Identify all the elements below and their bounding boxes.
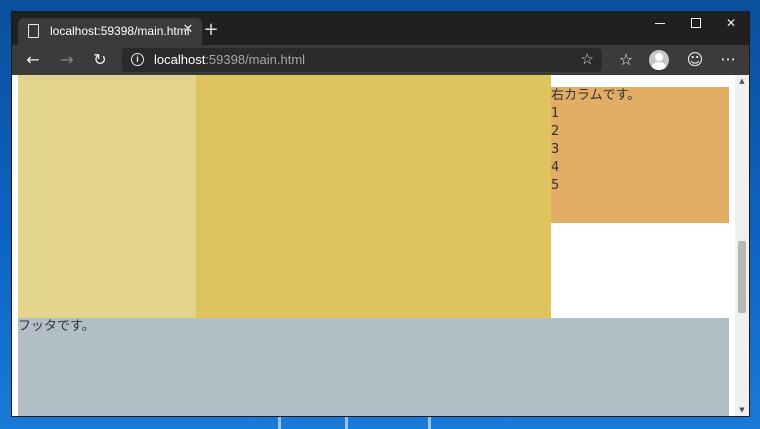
title-bar: localhost:59398/main.html ✕ + ✕ [12, 12, 749, 45]
tab-title: localhost:59398/main.html [50, 24, 190, 38]
forward-button[interactable]: → [54, 48, 80, 72]
main-column [196, 75, 551, 318]
refresh-button[interactable]: ↻ [87, 48, 113, 72]
minimize-icon [655, 23, 665, 24]
minimize-button[interactable] [642, 12, 678, 36]
favorites-icon[interactable]: ☆ [613, 48, 639, 72]
url-text[interactable]: localhost:59398/main.html [154, 52, 305, 67]
right-column-text: 右カラムです。 [551, 88, 641, 103]
scrollbar-thumb[interactable] [738, 241, 746, 313]
list-item: 2 [551, 124, 560, 139]
list-item: 4 [551, 160, 560, 175]
new-tab-button[interactable]: + [202, 21, 220, 39]
url-host: localhost [154, 52, 206, 67]
left-column [18, 75, 196, 318]
maximize-icon [691, 18, 701, 28]
right-column: 右カラムです。 1 2 3 4 5 [551, 87, 729, 223]
desktop-light-streak [278, 415, 281, 429]
footer-text: フッタです。 [18, 319, 95, 334]
list-item: 5 [551, 178, 560, 193]
back-button[interactable]: ← [20, 48, 46, 72]
maximize-button[interactable] [678, 12, 714, 36]
url-path: :59398/main.html [205, 52, 306, 67]
page-viewport: 右カラムです。 1 2 3 4 5 フッタです。 ▲ ▼ [12, 75, 749, 416]
close-window-button[interactable]: ✕ [713, 12, 749, 36]
page-icon [28, 24, 39, 38]
avatar-head [655, 53, 663, 61]
page-footer: フッタです。 [18, 318, 729, 416]
list-item: 1 [551, 106, 560, 121]
browser-toolbar: ← → ↻ i localhost:59398/main.html ☆ ☆ ☺ … [12, 45, 749, 75]
site-info-icon[interactable]: i [131, 53, 144, 66]
vertical-scrollbar[interactable]: ▲ ▼ [735, 75, 749, 416]
add-favorite-star-icon[interactable]: ☆ [581, 50, 594, 68]
profile-avatar[interactable] [649, 50, 669, 70]
browser-tab[interactable]: localhost:59398/main.html ✕ [18, 18, 202, 45]
tab-close-icon[interactable]: ✕ [180, 22, 196, 38]
feedback-smile-icon[interactable]: ☺ [682, 48, 708, 72]
browser-window: localhost:59398/main.html ✕ + ✕ ← → ↻ i … [12, 12, 749, 416]
desktop-light-streak [345, 415, 348, 429]
more-menu-icon[interactable]: ··· [715, 48, 741, 72]
address-bar[interactable]: i localhost:59398/main.html ☆ [122, 48, 602, 72]
avatar-body [652, 62, 666, 70]
desktop-light-streak [428, 415, 431, 429]
list-item: 3 [551, 142, 560, 157]
scroll-down-arrow-icon[interactable]: ▼ [735, 404, 749, 416]
scroll-up-arrow-icon[interactable]: ▲ [735, 75, 749, 87]
